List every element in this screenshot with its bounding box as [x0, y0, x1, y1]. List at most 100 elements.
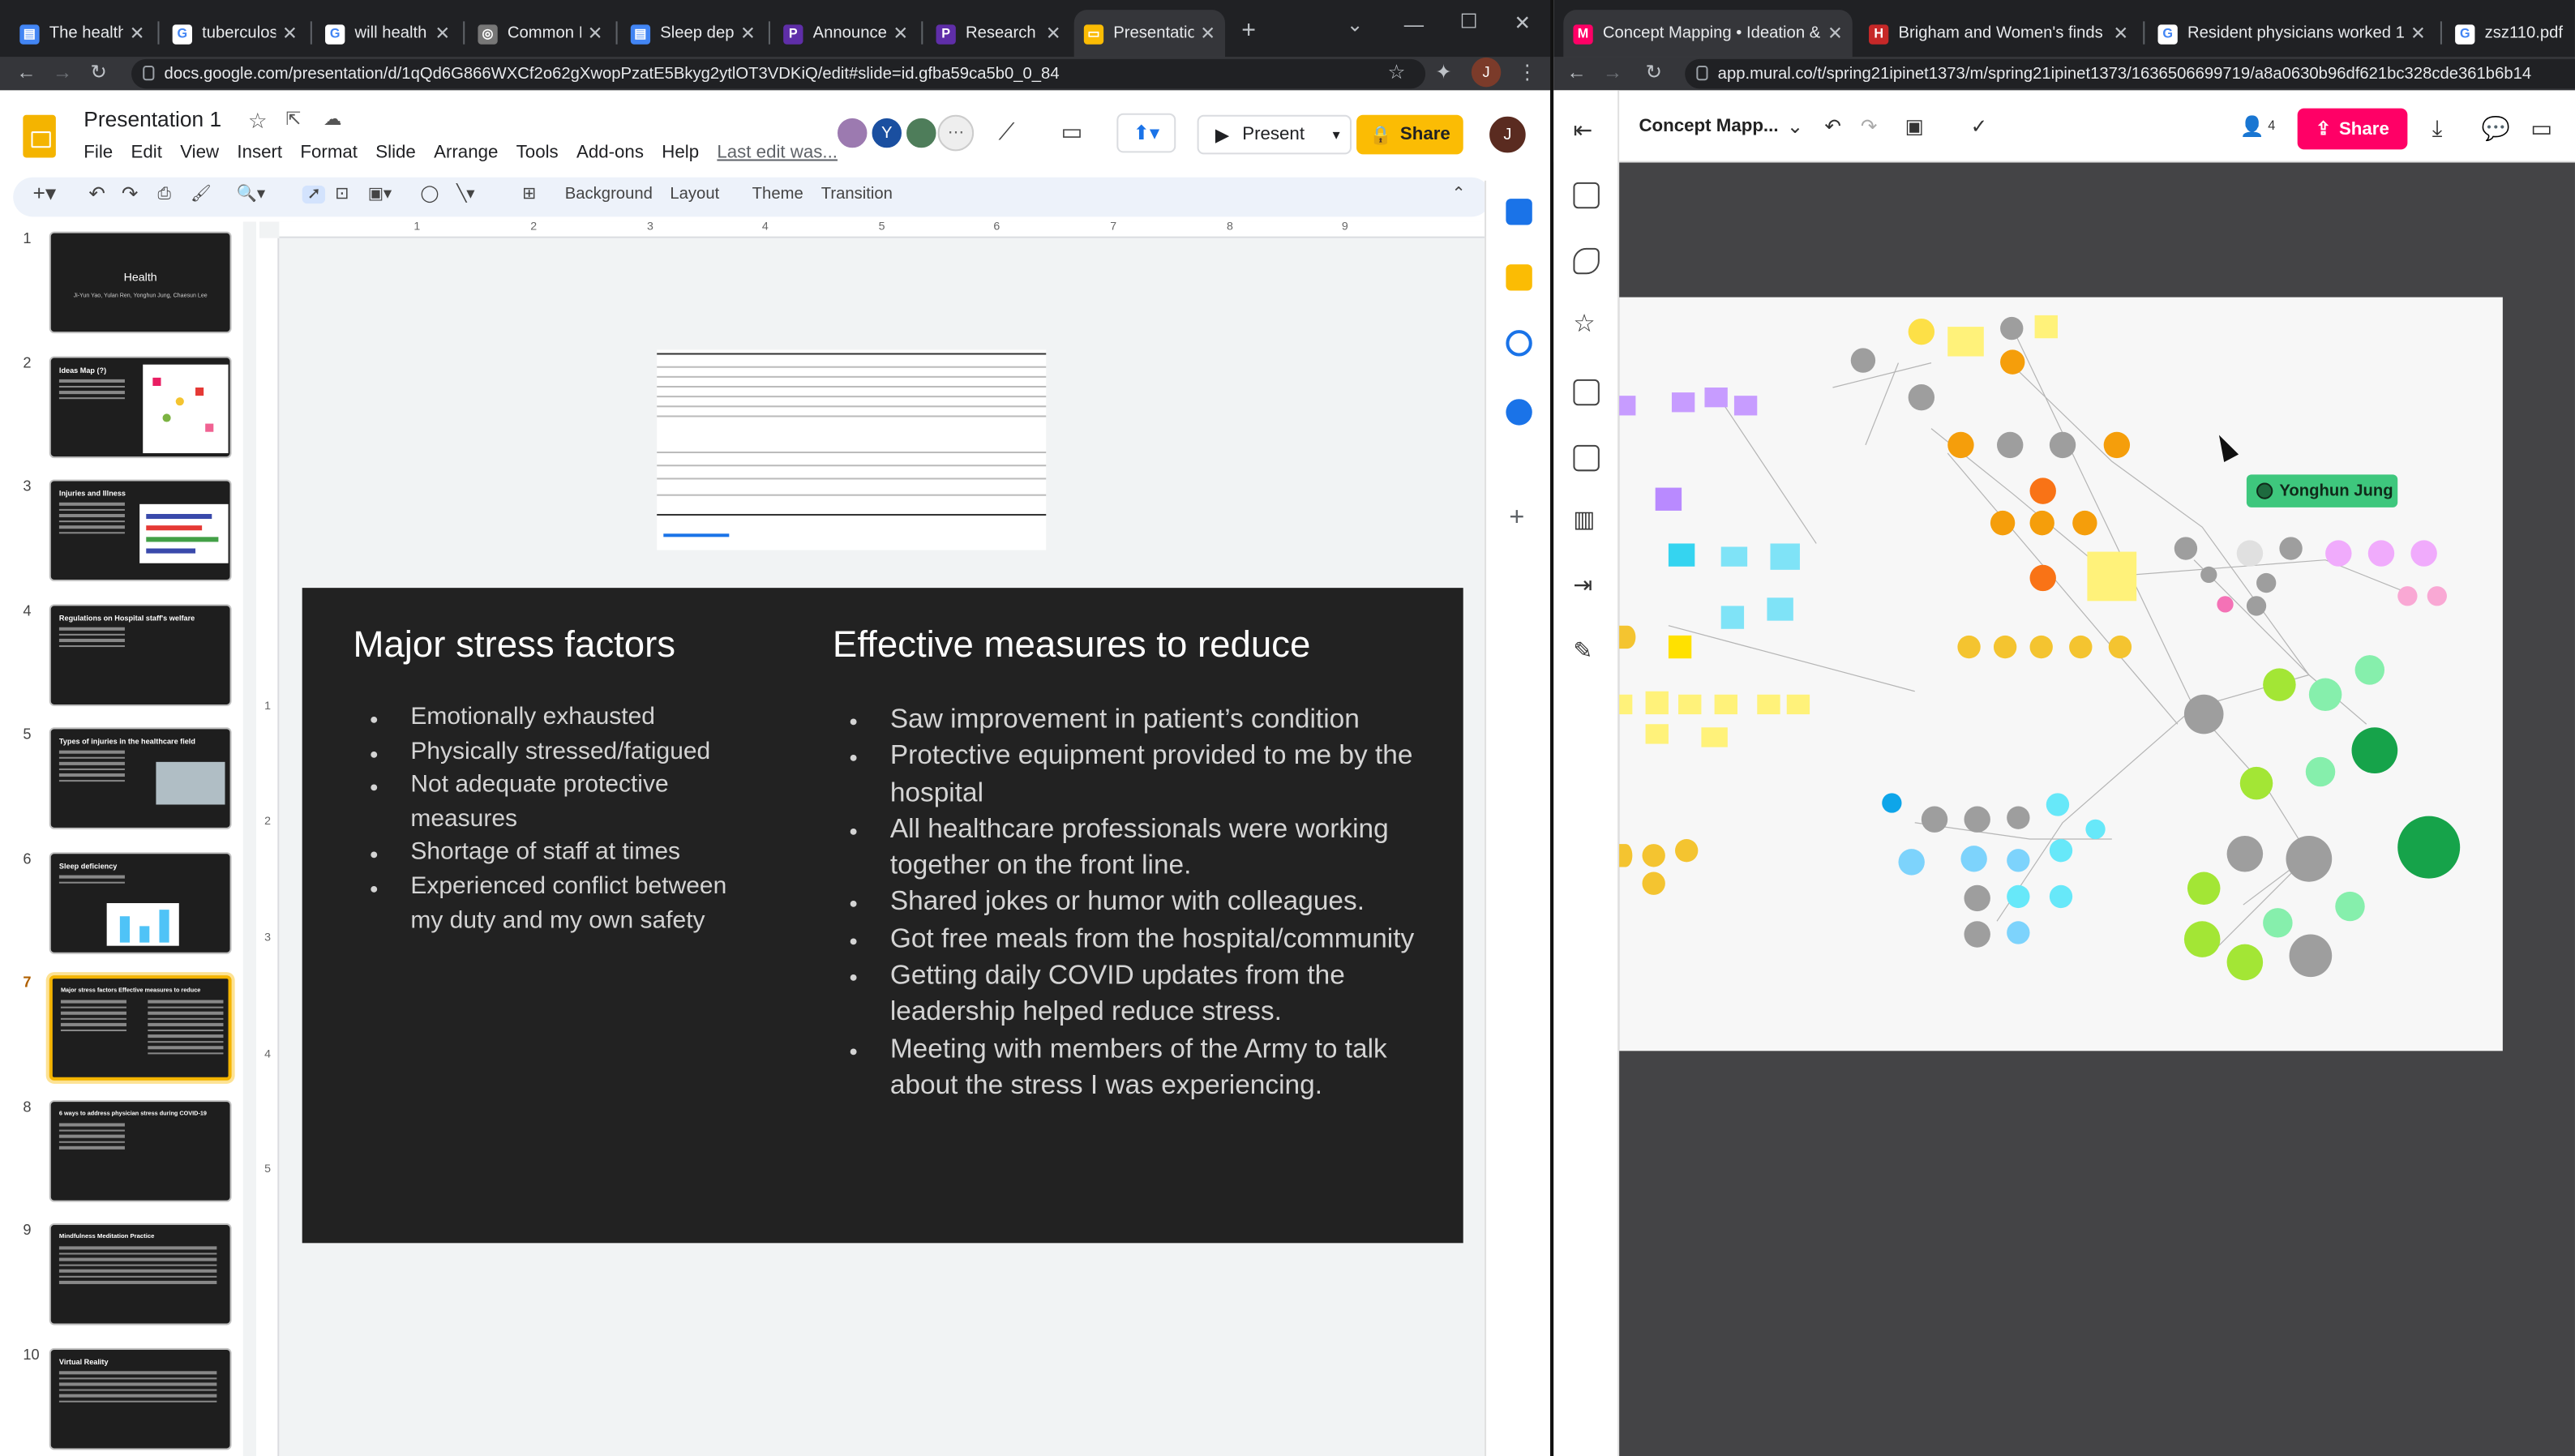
concept-node[interactable]	[2246, 596, 2267, 616]
concept-node[interactable]	[2427, 586, 2447, 606]
browser-tab[interactable]: ▤Sleep depri✕	[621, 10, 765, 58]
sticky-note[interactable]	[1757, 694, 1780, 715]
concept-node[interactable]	[2007, 849, 2030, 872]
select-cursor-icon[interactable]: ➚	[302, 185, 326, 204]
concept-node[interactable]	[2200, 566, 2217, 584]
chevron-down-icon[interactable]: ⌄	[1347, 13, 1363, 36]
mural-title[interactable]: Concept Mapp...	[1639, 117, 1778, 136]
slide-thumbnail[interactable]: Injuries and Illness	[49, 479, 232, 582]
forward-icon[interactable]: →	[53, 61, 72, 84]
undo-icon[interactable]: ↶	[1824, 115, 1840, 138]
filmstrip-scrollbar[interactable]	[242, 221, 256, 1456]
star-icon[interactable]: ☆	[1573, 309, 1595, 338]
concept-node[interactable]	[2029, 635, 2053, 659]
concept-node[interactable]	[2029, 477, 2056, 504]
concept-node[interactable]	[1908, 318, 1935, 345]
concept-node[interactable]	[1990, 510, 2016, 536]
add-comment-icon[interactable]: ⊞	[522, 186, 536, 203]
concept-node[interactable]	[2000, 349, 2025, 375]
print-icon[interactable]: ⎙	[157, 186, 170, 203]
browser-tab[interactable]: HBrigham and Women's finds doc✕	[1859, 10, 2138, 58]
concept-node[interactable]	[2263, 908, 2293, 938]
concept-node[interactable]	[1882, 793, 1902, 813]
concept-node[interactable]	[2367, 540, 2395, 567]
concept-node[interactable]	[1957, 635, 1981, 659]
concept-node[interactable]	[2217, 596, 2234, 613]
maximize-icon[interactable]: ☐	[1460, 10, 1478, 32]
zoom-icon[interactable]: 🔍▾	[237, 186, 265, 203]
more-collaborators-icon[interactable]: ⋯	[937, 114, 975, 152]
concept-node[interactable]	[2263, 668, 2296, 701]
check-circle-icon[interactable]: ✓	[1971, 115, 1987, 138]
browser-tab[interactable]: PAnnouncen✕	[773, 10, 918, 58]
slide-thumbnail[interactable]: Mindfulness Meditation Practice	[49, 1223, 232, 1325]
close-tab-icon[interactable]: ✕	[282, 23, 298, 44]
concept-node[interactable]	[2410, 540, 2437, 567]
concept-node[interactable]	[1898, 849, 1925, 876]
concept-node[interactable]	[2103, 431, 2131, 459]
activity-trend-icon[interactable]: ⟋	[999, 118, 1015, 146]
type-of-injuries-node[interactable]	[2286, 835, 2333, 882]
layout-button[interactable]: Layout	[670, 186, 719, 203]
menu-insert[interactable]: Insert	[237, 143, 282, 162]
present-button[interactable]: ▶ Present ▾	[1197, 114, 1352, 155]
contacts-icon[interactable]	[1506, 399, 1532, 426]
menu-kebab-icon[interactable]: ⋮	[1518, 61, 1537, 84]
outline-icon[interactable]: ▣	[1905, 115, 1924, 138]
back-icon[interactable]: ←	[1566, 61, 1586, 84]
reload-icon[interactable]: ↻	[1646, 61, 1662, 84]
star-icon[interactable]: ☆	[248, 109, 268, 135]
concept-node[interactable]	[2335, 891, 2365, 922]
concept-node[interactable]	[2085, 819, 2106, 840]
sticky-note[interactable]	[1786, 694, 1810, 715]
menu-addons[interactable]: Add-ons	[576, 143, 644, 162]
share-button[interactable]: ⇪ Share	[2297, 108, 2408, 150]
exit-icon[interactable]: ⇤	[1573, 117, 1592, 144]
concept-node[interactable]	[2354, 655, 2385, 685]
close-window-icon[interactable]: ✕	[1515, 11, 1531, 34]
concept-node[interactable]	[2007, 806, 2030, 829]
concept-node[interactable]	[2226, 944, 2264, 981]
browser-tab[interactable]: Gwill health ✕	[315, 10, 460, 58]
comment-icon[interactable]: ▭	[1060, 118, 1082, 146]
sticky-note[interactable]	[1668, 635, 1692, 659]
browser-tab[interactable]: PResearch F✕	[926, 10, 1070, 58]
redo-icon[interactable]: ↷	[1861, 115, 1877, 138]
sticky-note[interactable]	[2087, 551, 2137, 602]
concept-node[interactable]	[1947, 431, 1974, 459]
keep-icon[interactable]	[1506, 264, 1532, 291]
close-tab-icon[interactable]: ✕	[435, 23, 450, 44]
share-button[interactable]: 🔒 Share	[1356, 114, 1463, 155]
concept-node[interactable]	[2183, 694, 2224, 734]
sticky-note[interactable]	[1668, 543, 1695, 567]
tasks-icon[interactable]	[1506, 330, 1532, 357]
sticky-note[interactable]	[1619, 396, 1636, 416]
close-tab-icon[interactable]: ✕	[1200, 23, 1215, 44]
chat-icon[interactable]: 💬	[2482, 115, 2510, 143]
profile-avatar[interactable]: J	[1471, 57, 1502, 88]
collapse-toolbar-icon[interactable]: ⌃	[1452, 186, 1466, 203]
close-tab-icon[interactable]: ✕	[893, 23, 908, 44]
concept-node[interactable]	[2069, 635, 2093, 659]
browser-tab[interactable]: Gtuberculosi ✕	[163, 10, 307, 58]
close-tab-icon[interactable]: ✕	[2410, 23, 2426, 44]
sticky-note-icon[interactable]	[1573, 182, 1600, 209]
sticky-note[interactable]	[1671, 392, 1695, 413]
image-icon[interactable]	[1573, 444, 1600, 472]
concept-node[interactable]	[2046, 793, 2070, 816]
concept-node[interactable]	[2183, 921, 2221, 957]
sticky-note[interactable]	[1701, 727, 1728, 747]
slides-logo-icon[interactable]	[23, 114, 56, 158]
shape-icon[interactable]: ◯	[421, 186, 439, 203]
url-field[interactable]: app.mural.co/t/spring21ipinet1373/m/spri…	[1685, 58, 2575, 89]
image-icon[interactable]: ▣▾	[368, 186, 392, 203]
sticky-note[interactable]	[1714, 694, 1737, 715]
stress-on-work-node[interactable]	[2397, 816, 2461, 879]
close-tab-icon[interactable]: ✕	[2113, 23, 2128, 44]
collaborator-avatar[interactable]: Y	[868, 114, 906, 152]
last-edit-link[interactable]: Last edit was...	[717, 143, 838, 162]
meet-present-icon[interactable]: ⬆▾	[1116, 113, 1176, 153]
new-slide-icon[interactable]: +▾	[33, 181, 57, 207]
concept-node[interactable]	[2029, 510, 2054, 536]
comment-icon[interactable]: ▭	[2530, 115, 2552, 143]
